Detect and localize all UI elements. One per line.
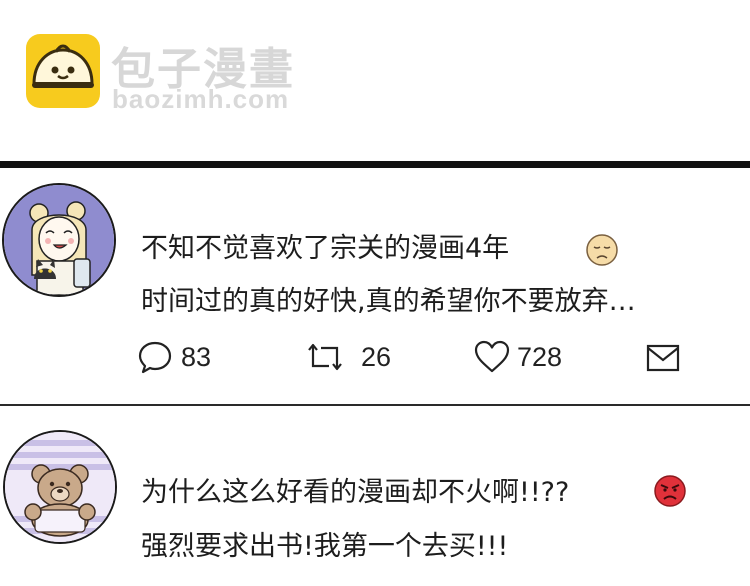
bun-logo-icon (26, 34, 100, 108)
comment-text-line: 不知不觉喜欢了宗关的漫画4年 (141, 233, 510, 264)
comment-text-line: 为什么这么好看的漫画却不火啊!!?? (141, 477, 570, 508)
comment-text-line: 强烈要求出书!我第一个去买!!! (141, 531, 509, 562)
comment-button[interactable]: 83 (138, 338, 238, 378)
header-divider (0, 161, 750, 168)
retweet-icon (308, 343, 342, 371)
brand-url: baozimh.com (112, 84, 290, 114)
girl-with-cat-avatar (4, 185, 114, 295)
sad-face-icon (586, 234, 618, 266)
envelope-icon (646, 344, 680, 372)
comment-bubble-icon (138, 341, 172, 374)
comment-text-line: 时间过的真的好快,真的希望你不要放弃… (141, 286, 636, 317)
teddy-bear-avatar (5, 432, 115, 542)
like-count: 728 (517, 342, 563, 372)
retweet-count: 26 (361, 342, 392, 372)
avatar[interactable] (3, 430, 117, 544)
angry-face-icon (654, 475, 686, 507)
comment-divider (0, 404, 750, 406)
avatar[interactable] (2, 183, 116, 297)
heart-icon (474, 340, 510, 373)
like-button[interactable]: 728 (474, 338, 584, 378)
message-button[interactable] (646, 338, 682, 378)
retweet-button[interactable]: 26 (305, 338, 405, 378)
comment-count: 83 (181, 342, 212, 372)
